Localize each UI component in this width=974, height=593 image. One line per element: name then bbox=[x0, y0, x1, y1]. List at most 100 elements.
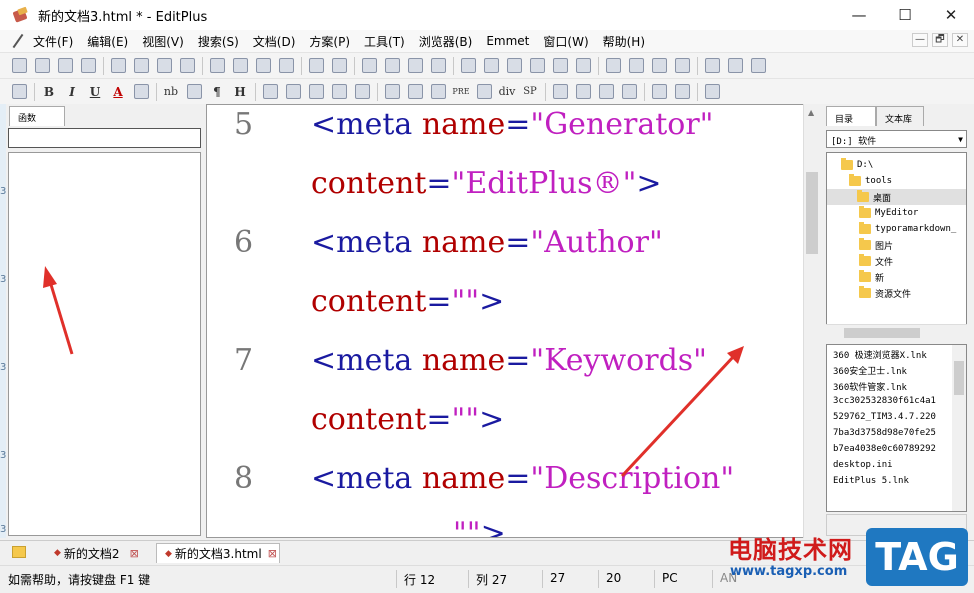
style-icon[interactable] bbox=[549, 82, 571, 102]
find-icon[interactable] bbox=[358, 56, 380, 76]
menu-tools[interactable]: 工具(T) bbox=[357, 33, 412, 50]
word-wrap-icon[interactable] bbox=[503, 56, 525, 76]
directory-window-icon[interactable] bbox=[625, 56, 647, 76]
music-note-icon[interactable] bbox=[618, 82, 640, 102]
print-preview-icon[interactable] bbox=[107, 56, 129, 76]
delete-icon[interactable] bbox=[275, 56, 297, 76]
anchor-icon[interactable] bbox=[282, 82, 304, 102]
pre-button[interactable]: PRE bbox=[450, 82, 472, 102]
menu-browser[interactable]: 浏览器(B) bbox=[412, 33, 480, 50]
film-icon[interactable] bbox=[595, 82, 617, 102]
menu-edit[interactable]: 编辑(E) bbox=[80, 33, 135, 50]
file-item[interactable]: 360软件管家.lnk bbox=[833, 380, 907, 393]
code-editor[interactable]: 5 <meta name="Generator" content="EditPl… bbox=[206, 104, 804, 538]
function-list[interactable] bbox=[8, 152, 201, 536]
menu-file[interactable]: 文件(F) bbox=[26, 33, 80, 50]
tab-document-2[interactable]: ◆ 新的文档2 ⊠ bbox=[46, 543, 156, 563]
file-item[interactable]: EditPlus 5.lnk bbox=[833, 476, 909, 486]
menu-search[interactable]: 搜索(S) bbox=[191, 33, 246, 50]
find-in-files-icon[interactable] bbox=[404, 56, 426, 76]
tab-cliptext[interactable]: 文本库 bbox=[876, 106, 924, 126]
drive-select[interactable]: [D:] 软件 ▼ bbox=[826, 130, 967, 148]
scroll-up-arrow-icon[interactable]: ▲ bbox=[808, 108, 814, 117]
file-item[interactable]: 3cc302532830f61c4a1 bbox=[833, 396, 936, 406]
menu-document[interactable]: 文档(D) bbox=[246, 33, 303, 50]
list-icon[interactable] bbox=[473, 82, 495, 102]
menu-emmet[interactable]: Emmet bbox=[479, 34, 536, 48]
copyright-icon[interactable] bbox=[351, 82, 373, 102]
tab-document-3[interactable]: ◆ 新的文档3.html ⊠ bbox=[156, 543, 280, 563]
table-icon[interactable] bbox=[381, 82, 403, 102]
tool-icon[interactable] bbox=[747, 56, 769, 76]
checkmark-icon[interactable] bbox=[572, 82, 594, 102]
file-item[interactable]: 360安全卫士.lnk bbox=[833, 364, 907, 377]
new-file-icon[interactable] bbox=[8, 56, 30, 76]
tree-item[interactable]: MyEditor bbox=[859, 205, 918, 221]
bold-button[interactable]: B bbox=[38, 82, 60, 102]
tree-item[interactable]: 新 bbox=[859, 269, 884, 285]
paragraph-button[interactable]: ¶ bbox=[206, 82, 228, 102]
image-icon[interactable] bbox=[259, 82, 281, 102]
file-item[interactable]: 7ba3d3758d98e70fe25 bbox=[833, 428, 936, 438]
editor-scrollbar[interactable]: ▲ bbox=[803, 104, 820, 538]
menu-help[interactable]: 帮助(H) bbox=[596, 33, 652, 50]
menu-window[interactable]: 窗口(W) bbox=[536, 33, 595, 50]
tree-item[interactable]: 图片 bbox=[859, 237, 893, 253]
copy-icon[interactable] bbox=[229, 56, 251, 76]
frame-icon[interactable] bbox=[648, 82, 670, 102]
palette-icon[interactable] bbox=[701, 82, 723, 102]
print-icon[interactable] bbox=[130, 56, 152, 76]
menu-view[interactable]: 视图(V) bbox=[135, 33, 191, 50]
preferences-gear-icon[interactable] bbox=[572, 56, 594, 76]
tab-functions[interactable]: 函数 bbox=[9, 106, 65, 126]
underline-button[interactable]: U bbox=[84, 82, 106, 102]
replace-icon[interactable] bbox=[381, 56, 403, 76]
close-tab-icon[interactable]: ⊠ bbox=[130, 547, 139, 560]
spellcheck-icon[interactable] bbox=[153, 56, 175, 76]
mdi-restore-button[interactable]: 🗗 bbox=[932, 33, 948, 47]
ruler-icon[interactable] bbox=[526, 56, 548, 76]
line-break-icon[interactable] bbox=[183, 82, 205, 102]
browser-globe-icon[interactable] bbox=[8, 82, 30, 102]
function-filter-input[interactable] bbox=[8, 128, 201, 148]
cut-icon[interactable] bbox=[206, 56, 228, 76]
tree-item[interactable]: typoramarkdown_ bbox=[859, 221, 956, 237]
paste-icon[interactable] bbox=[252, 56, 274, 76]
compare-icon[interactable] bbox=[176, 56, 198, 76]
folder-tree[interactable]: D:\ tools 桌面 MyEditor typoramarkdown_ 图片… bbox=[826, 152, 967, 340]
tree-item[interactable]: tools bbox=[849, 173, 892, 189]
view-icon[interactable] bbox=[602, 56, 624, 76]
run-icon[interactable] bbox=[701, 56, 723, 76]
frame-split-icon[interactable] bbox=[671, 82, 693, 102]
italic-button[interactable]: I bbox=[61, 82, 83, 102]
center-icon[interactable] bbox=[427, 82, 449, 102]
mdi-close-button[interactable]: ✕ bbox=[952, 33, 968, 47]
file-item[interactable]: b7ea4038e0c60789292 bbox=[833, 444, 936, 454]
color-grid-icon[interactable] bbox=[130, 82, 152, 102]
folder-icon[interactable] bbox=[12, 546, 26, 558]
close-button[interactable]: ✕ bbox=[928, 0, 974, 30]
line-number-icon[interactable] bbox=[549, 56, 571, 76]
scrollbar-thumb[interactable] bbox=[844, 328, 920, 338]
tree-horizontal-scrollbar[interactable] bbox=[826, 324, 967, 340]
mdi-minimize-button[interactable]: — bbox=[912, 33, 928, 47]
goto-line-icon[interactable] bbox=[427, 56, 449, 76]
close-tab-icon[interactable]: ⊠ bbox=[268, 547, 277, 560]
font-icon[interactable] bbox=[457, 56, 479, 76]
undo-icon[interactable] bbox=[305, 56, 327, 76]
minimize-button[interactable]: — bbox=[836, 0, 882, 30]
open-folder-icon[interactable] bbox=[31, 56, 53, 76]
file-list-scrollbar[interactable] bbox=[952, 345, 966, 511]
output-window-icon[interactable] bbox=[671, 56, 693, 76]
tree-item[interactable]: 文件 bbox=[859, 253, 893, 269]
maximize-button[interactable]: ☐ bbox=[882, 0, 928, 30]
file-item[interactable]: desktop.ini bbox=[833, 460, 893, 470]
form-icon[interactable] bbox=[404, 82, 426, 102]
comment-icon[interactable] bbox=[328, 82, 350, 102]
heading-button[interactable]: H bbox=[229, 82, 251, 102]
file-item[interactable]: 529762_TIM3.4.7.220 bbox=[833, 412, 936, 422]
scrollbar-thumb[interactable] bbox=[954, 361, 964, 395]
save-icon[interactable] bbox=[54, 56, 76, 76]
redo-icon[interactable] bbox=[328, 56, 350, 76]
nbsp-button[interactable]: nb bbox=[160, 82, 182, 102]
